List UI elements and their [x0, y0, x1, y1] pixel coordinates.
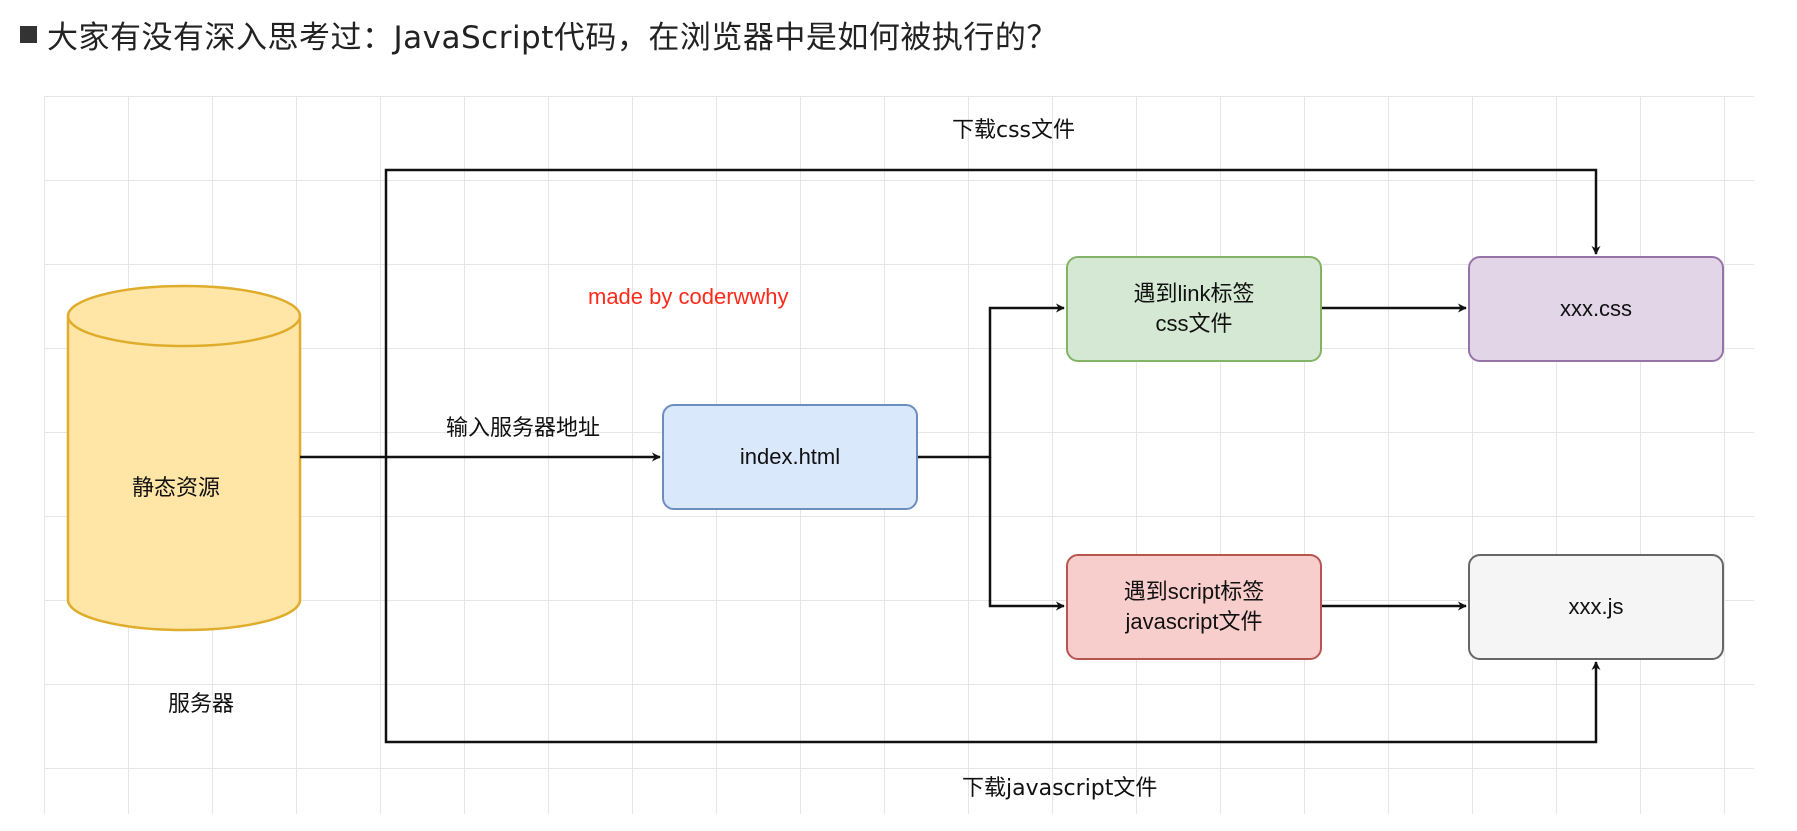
download-css-label: 下载css文件 — [952, 118, 1076, 143]
index-html-node: index.html — [662, 404, 918, 510]
static-resources-label: 静态资源 — [132, 476, 221, 501]
watermark-text: made by coderwwhy — [588, 284, 789, 309]
server-cylinder — [66, 284, 302, 632]
edge-index-to-script — [988, 457, 1065, 611]
download-js-label: 下载javascript文件 — [962, 776, 1158, 801]
index-html-label: index.html — [739, 444, 841, 470]
link-tag-line2: css文件 — [1155, 311, 1233, 336]
server-caption: 服务器 — [168, 692, 235, 717]
css-file-node: xxx.css — [1468, 256, 1724, 362]
js-file-label: xxx.js — [1568, 594, 1624, 620]
css-file-label: xxx.css — [1559, 296, 1633, 322]
js-file-node: xxx.js — [1468, 554, 1724, 660]
link-tag-node: 遇到link标签 css文件 — [1066, 256, 1322, 362]
input-address-label: 输入服务器地址 — [446, 416, 601, 441]
edge-index-to-link — [918, 303, 1065, 459]
script-tag-node: 遇到script标签 javascript文件 — [1066, 554, 1322, 660]
script-tag-line2: javascript文件 — [1125, 609, 1263, 634]
link-tag-line1: 遇到link标签 — [1133, 281, 1255, 307]
script-tag-line1: 遇到script标签 — [1123, 579, 1265, 605]
